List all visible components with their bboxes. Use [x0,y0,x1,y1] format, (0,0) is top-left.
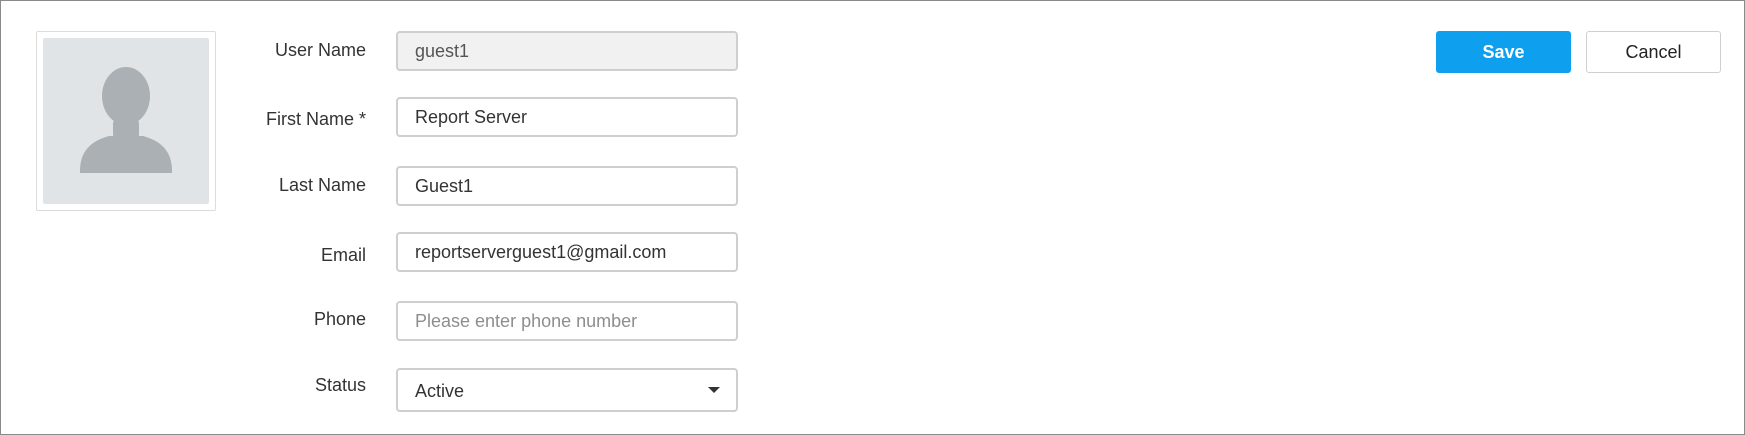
email-label: Email [320,245,366,265]
status-label: Status [314,375,366,395]
first-name-input[interactable] [396,97,738,137]
last-name-input[interactable] [396,166,738,206]
last-name-label: Last Name [278,175,366,195]
chevron-down-icon [708,387,720,393]
email-input[interactable] [396,232,738,272]
phone-input[interactable] [396,301,738,341]
save-button[interactable]: Save [1436,31,1571,73]
username-label: User Name [274,40,366,60]
phone-label: Phone [313,309,366,329]
cancel-button[interactable]: Cancel [1586,31,1721,73]
username-input[interactable] [396,31,738,71]
user-profile-panel: User Name First Name * Last Name Email P… [0,0,1745,435]
status-select[interactable]: Active [396,368,738,412]
first-name-label: First Name * [265,109,366,129]
status-select-value: Active [415,381,465,401]
